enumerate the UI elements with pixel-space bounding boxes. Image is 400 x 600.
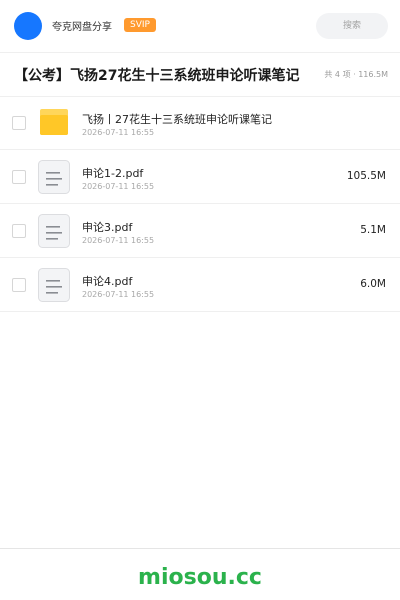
item-date: 2026-07-11 16:55 [82,182,155,191]
item-name: 申论4.pdf [82,275,133,288]
folder-icon [38,106,70,140]
select-checkbox[interactable] [12,116,26,130]
search-button[interactable]: 搜索 [316,13,388,39]
file-list: 飞扬丨27花生十三系统班申论听课笔记 2026-07-11 16:55 申论1-… [0,96,400,312]
share-meta: 共 4 项 · 116.5M [324,70,388,79]
share-page: 夸克网盘分享 SVIP 搜索 【公考】飞扬27花生十三系统班申论听课笔记 共 4… [0,0,400,600]
brand-name: 夸克网盘分享 [52,22,112,33]
item-name: 申论3.pdf [82,221,133,234]
select-checkbox[interactable] [12,278,26,292]
file-icon [38,268,70,302]
avatar[interactable] [14,12,42,40]
file-icon [38,214,70,248]
share-title-row: 【公考】飞扬27花生十三系统班申论听课笔记 共 4 项 · 116.5M [0,52,400,97]
file-icon [38,160,70,194]
item-name: 申论1-2.pdf [82,167,144,180]
list-item[interactable]: 飞扬丨27花生十三系统班申论听课笔记 2026-07-11 16:55 [0,96,400,150]
item-size: 5.1M [360,224,386,236]
item-date: 2026-07-11 16:55 [82,128,155,137]
item-size: 6.0M [360,278,386,290]
item-name: 飞扬丨27花生十三系统班申论听课笔记 [82,113,272,126]
item-date: 2026-07-11 16:55 [82,290,155,299]
footer: miosou.cc [0,548,400,600]
list-item[interactable]: 申论1-2.pdf 2026-07-11 16:55 105.5M [0,150,400,204]
list-item[interactable]: 申论4.pdf 2026-07-11 16:55 6.0M [0,258,400,312]
page-title: 【公考】飞扬27花生十三系统班申论听课笔记 [14,68,300,84]
watermark: miosou.cc [138,565,262,590]
header: 夸克网盘分享 SVIP 搜索 [0,0,400,53]
item-date: 2026-07-11 16:55 [82,236,155,245]
list-item[interactable]: 申论3.pdf 2026-07-11 16:55 5.1M [0,204,400,258]
svip-badge: SVIP [124,18,156,32]
select-checkbox[interactable] [12,224,26,238]
select-checkbox[interactable] [12,170,26,184]
item-size: 105.5M [346,170,386,182]
